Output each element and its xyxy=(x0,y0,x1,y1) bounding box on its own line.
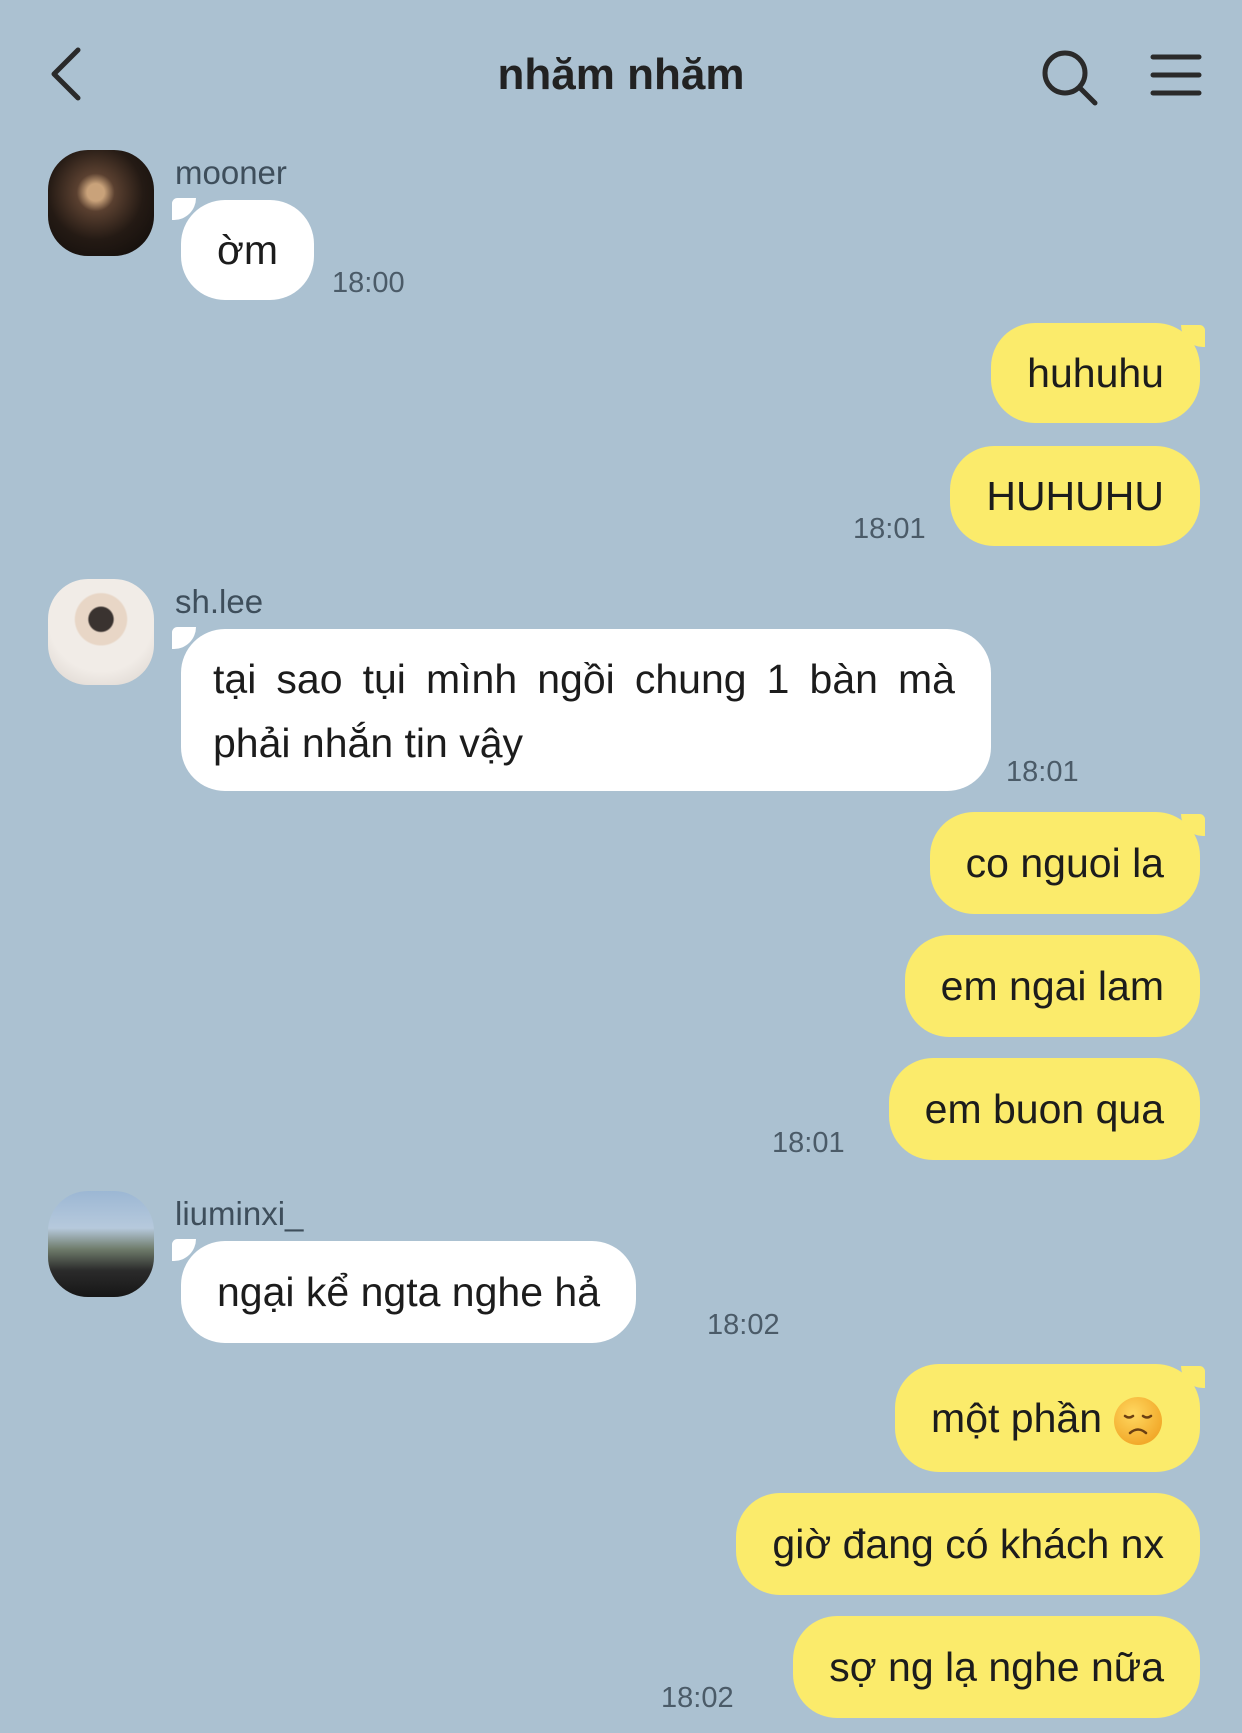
chat-header: nhăm nhăm xyxy=(0,0,1242,150)
avatar-sh-lee[interactable] xyxy=(48,579,154,685)
outgoing-message-bubble[interactable]: huhuhu xyxy=(991,323,1200,423)
message-time: 18:02 xyxy=(661,1682,734,1714)
outgoing-message-bubble[interactable]: giờ đang có khách nx xyxy=(736,1493,1200,1595)
sender-name: mooner xyxy=(175,154,287,191)
sender-name: sh.lee xyxy=(175,583,264,620)
outgoing-message-bubble[interactable]: sợ ng lạ nghe nữa xyxy=(793,1616,1200,1718)
outgoing-message-bubble[interactable]: HUHUHU xyxy=(950,446,1200,546)
message-text: một phần xyxy=(931,1395,1102,1441)
hamburger-menu-icon[interactable] xyxy=(1150,52,1202,98)
avatar-mooner[interactable] xyxy=(48,150,154,256)
disappointed-face-emoji-icon xyxy=(1114,1397,1162,1446)
outgoing-message-bubble[interactable]: em buon qua xyxy=(888,1058,1200,1160)
incoming-message-bubble[interactable]: ờm xyxy=(181,200,315,300)
search-icon[interactable] xyxy=(1040,48,1100,108)
message-time: 18:02 xyxy=(707,1309,780,1341)
sender-name: liuminxi_ xyxy=(175,1195,304,1232)
message-time: 18:00 xyxy=(332,267,405,299)
outgoing-message-bubble[interactable]: co nguoi la xyxy=(929,812,1200,914)
incoming-message-bubble[interactable]: tại sao tụi mình ngồi chung 1 bàn mà phả… xyxy=(181,629,991,791)
message-time: 18:01 xyxy=(772,1127,845,1159)
incoming-message-bubble[interactable]: ngại kể ngta nghe hả xyxy=(181,1241,636,1343)
avatar-liuminxi[interactable] xyxy=(48,1191,154,1297)
outgoing-message-bubble[interactable]: em ngai lam xyxy=(904,935,1200,1037)
message-time: 18:01 xyxy=(1006,756,1079,788)
message-time: 18:01 xyxy=(853,513,926,545)
outgoing-message-bubble[interactable]: một phần xyxy=(895,1364,1200,1472)
